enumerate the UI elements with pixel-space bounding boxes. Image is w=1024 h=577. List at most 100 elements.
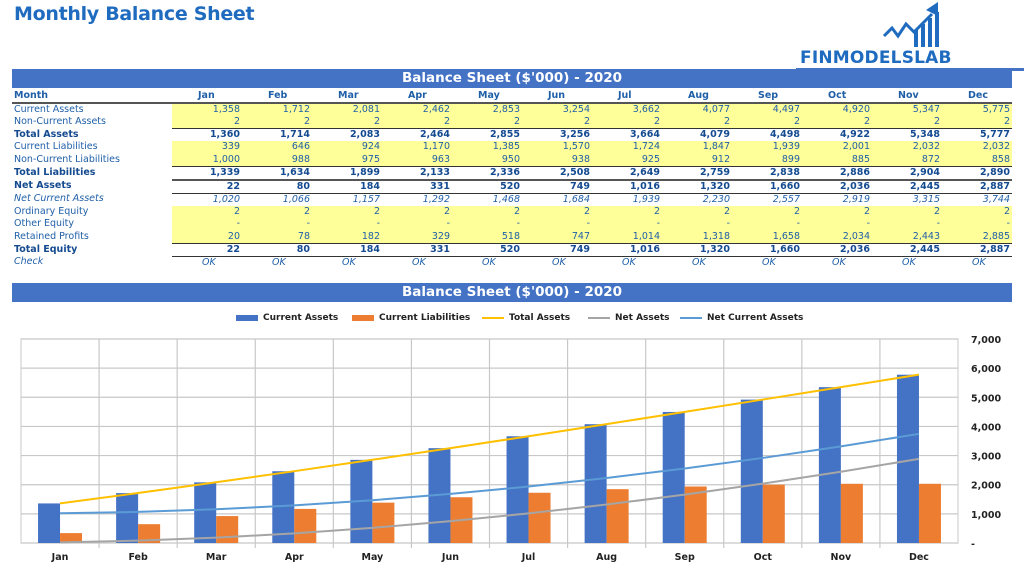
table-cell: 749 — [522, 243, 592, 257]
table-cell: 4,079 — [699, 129, 730, 140]
table-row: Non-Current Liabilities 1,000 988 975 963 950… — [12, 153, 1012, 167]
table-cell: OK — [342, 256, 356, 268]
table-cell: 1,660 — [732, 243, 802, 257]
table-cell: 1,320 — [662, 243, 732, 257]
table-cell: 3,744 — [982, 193, 1010, 205]
table-row: Ordinary Equity 2 2 2 2 2 2 2 2 2 2 2 2 — [12, 205, 1012, 218]
x-tick-label: Jul — [521, 552, 536, 563]
table-cell: - — [942, 218, 1012, 231]
table-cell: 2,890 — [942, 166, 1012, 180]
table-cell: 5,777 — [979, 129, 1010, 140]
legend-label: Total Assets — [509, 313, 571, 323]
row-label: Ordinary Equity — [14, 205, 89, 217]
month-header: Nov — [872, 90, 942, 104]
table-cell: 2,508 — [522, 166, 592, 180]
month-header: Sep — [732, 90, 802, 104]
table-cell: 1,358 — [172, 103, 242, 116]
finmodelslab-logo: FINMODELSLAB — [796, 0, 1024, 71]
row-label: Net Assets — [14, 180, 72, 192]
x-tick-label: Nov — [831, 552, 852, 563]
table-cell: 749 — [522, 178, 592, 194]
table-cell: 3,664 — [629, 129, 660, 140]
table-cell: 1,684 — [562, 193, 590, 205]
table-cell: 20 — [172, 230, 242, 244]
legend-label: Net Assets — [615, 313, 670, 323]
logo-text: FINMODELSLAB — [800, 48, 952, 68]
table-row: Non-Current Assets 2 2 2 2 2 2 2 2 2 2 2 2 — [12, 116, 1012, 129]
table-cell: 518 — [452, 230, 522, 244]
table-cell: 858 — [942, 153, 1012, 167]
table-cell: 2 — [452, 205, 522, 218]
table-cell: 950 — [452, 153, 522, 167]
table-cell: 5,347 — [872, 103, 942, 116]
bar-current-assets — [506, 436, 529, 543]
table-cell: OK — [272, 256, 286, 268]
table-title-band: Balance Sheet ($'000) - 2020 — [12, 69, 1012, 88]
table-cell: 3,315 — [912, 193, 940, 205]
table-cell: 2 — [732, 205, 802, 218]
y-tick-label: 2,000 — [971, 481, 1001, 492]
table-cell: 2,853 — [452, 103, 522, 116]
month-header: Feb — [242, 90, 312, 104]
table-cell: 1,658 — [732, 230, 802, 244]
table-cell: 925 — [592, 153, 662, 167]
y-tick-label: 7,000 — [971, 335, 1001, 346]
table-cell: 3,254 — [522, 103, 592, 116]
table-cell: 2,034 — [802, 230, 872, 244]
table-header-row: Month Jan Feb Mar Apr May Jun Jul Aug Sep Oct Nov D… — [12, 90, 1012, 104]
table-cell: 2,464 — [419, 129, 450, 140]
row-label: Other Equity — [14, 218, 75, 230]
x-tick-label: Jan — [51, 552, 69, 563]
bar-current-assets — [818, 387, 841, 543]
table-cell: 2 — [382, 116, 452, 129]
table-cell: 2 — [802, 116, 872, 129]
x-tick-label: Apr — [285, 552, 304, 563]
x-tick-label: Dec — [909, 552, 929, 563]
table-cell: 1,360 — [209, 129, 240, 140]
table-cell: 2,855 — [489, 129, 520, 140]
row-label: Current Liabilities — [14, 141, 98, 153]
table-cell: 899 — [732, 153, 802, 167]
table-cell: 22 — [172, 243, 242, 257]
table-cell: 1,714 — [279, 129, 310, 140]
table-cell: - — [802, 218, 872, 231]
table-row: Current Liabilities 339 646 924 1,170 1,385 1,… — [12, 141, 1012, 154]
table-cell: 938 — [522, 153, 592, 167]
table-cell: - — [312, 218, 382, 231]
table-row: Retained Profits 20 78 182 329 518 747 1,014 1,3… — [12, 230, 1012, 244]
table-cell: 747 — [522, 230, 592, 244]
table-cell: 912 — [662, 153, 732, 167]
table-cell: 80 — [242, 243, 312, 257]
table-cell: 975 — [312, 153, 382, 167]
x-tick-label: Mar — [206, 552, 227, 563]
table-cell: - — [872, 218, 942, 231]
table-cell: 2,919 — [842, 193, 870, 205]
table-row: Total Equity 22 80 184 331 520 749 1,016 1,320 1,… — [12, 243, 1012, 257]
month-header: May — [452, 90, 522, 104]
table-cell: 2,887 — [942, 178, 1012, 194]
balance-sheet-table: Month Jan Feb Mar Apr May Jun Jul Aug Sep Oct Nov D… — [12, 90, 1012, 269]
bar-current-liabilities — [372, 502, 395, 543]
table-cell: 80 — [242, 178, 312, 194]
table-cell: OK — [762, 256, 776, 268]
table-cell: 2 — [242, 116, 312, 129]
table-cell: 1,712 — [242, 103, 312, 116]
row-label: Total Equity — [14, 243, 78, 255]
table-cell: 1,939 — [732, 141, 802, 154]
y-tick-label: 5,000 — [971, 393, 1001, 404]
table-cell: 1,016 — [592, 243, 662, 257]
table-row: Total Assets 1,360 1,714 2,083 2,464 2,855 3,2… — [12, 129, 1012, 142]
table-cell: 2 — [452, 116, 522, 129]
table-cell: - — [592, 218, 662, 231]
table-cell: OK — [902, 256, 916, 268]
bar-current-liabilities — [216, 516, 239, 543]
table-cell: 2 — [942, 116, 1012, 129]
table-cell: 988 — [242, 153, 312, 167]
table-cell: - — [662, 218, 732, 231]
table-cell: - — [452, 218, 522, 231]
row-label: Current Assets — [14, 104, 84, 115]
x-tick-label: Sep — [675, 552, 695, 563]
table-cell: OK — [972, 256, 986, 268]
table-row: Net Assets 22 80 184 331 520 749 1,016 1,320 1,66… — [12, 178, 1012, 194]
table-cell: 2,336 — [452, 166, 522, 180]
